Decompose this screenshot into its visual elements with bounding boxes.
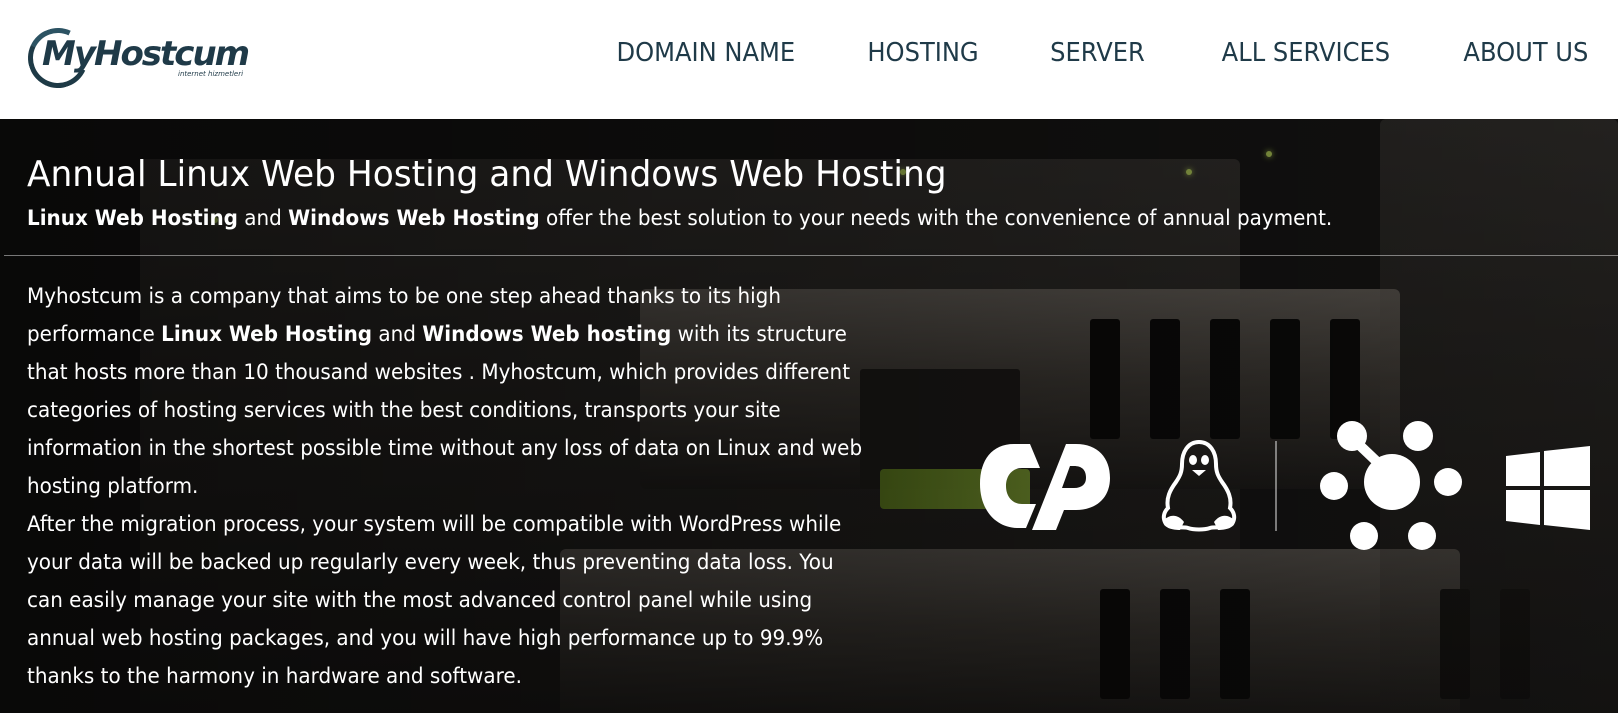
nav-hosting[interactable]: HOSTING [867, 38, 978, 68]
p1-rest: with its structure that hosts more than … [27, 322, 863, 498]
hero-title: Annual Linux Web Hosting and Windows Web… [27, 154, 947, 195]
myhostcum-logo[interactable]: MyHostcum internet hizmetleri [19, 19, 250, 97]
site-header: MyHostcum internet hizmetleri DOMAIN NAM… [0, 0, 1618, 119]
paragraph-2: After the migration process, your system… [27, 512, 842, 688]
hero-subtitle: Linux Web Hosting and Windows Web Hostin… [27, 206, 1332, 230]
main-nav: DOMAIN NAME HOSTING SERVER ALL SERVICES … [539, 38, 1588, 68]
subtitle-rest: offer the best solution to your needs wi… [539, 206, 1333, 230]
nav-about-us[interactable]: ABOUT US [1463, 38, 1588, 68]
linux-tux-icon [1161, 439, 1237, 532]
paragraph-1: Myhostcum is a company that aims to be o… [27, 277, 873, 505]
nav-domain-name[interactable]: DOMAIN NAME [616, 38, 795, 68]
plesk-network-icon [1320, 421, 1462, 550]
logo-text: MyHostcum [42, 34, 250, 74]
hero-divider [4, 255, 1618, 256]
windows-icon [1506, 446, 1590, 530]
hero-body-text: Myhostcum is a company that aims to be o… [27, 277, 873, 695]
p1-mid: and [372, 322, 423, 346]
nav-server[interactable]: SERVER [1050, 38, 1145, 68]
nav-all-services[interactable]: ALL SERVICES [1221, 38, 1389, 68]
subtitle-bold-windows: Windows Web Hosting [288, 206, 540, 230]
logo-subtext: internet hizmetleri [178, 70, 244, 78]
cpanel-icon [980, 444, 1110, 530]
subtitle-bold-linux: Linux Web Hosting [27, 206, 238, 230]
p1-bold-linux: Linux Web Hosting [161, 322, 373, 346]
icon-separator [1275, 441, 1277, 531]
p1-bold-windows: Windows Web hosting [422, 322, 672, 346]
subtitle-mid: and [237, 206, 289, 230]
